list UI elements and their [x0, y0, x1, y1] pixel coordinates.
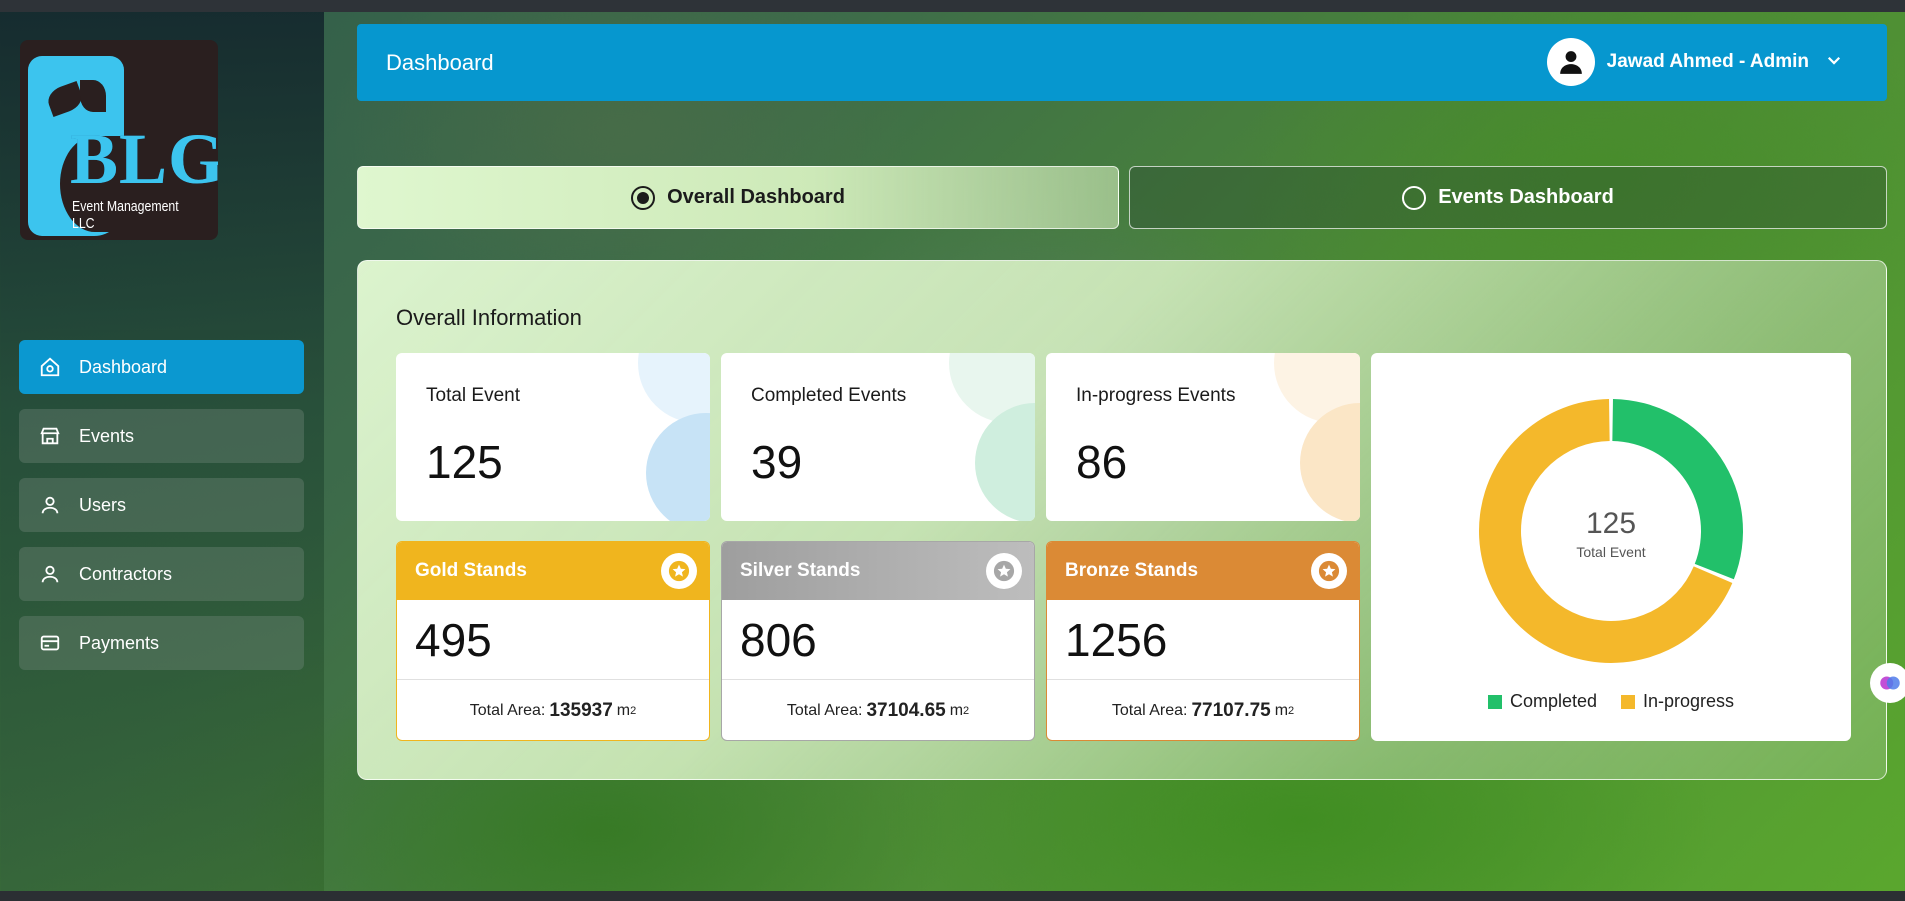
- stat-card-inprogress: In-progress Events 86: [1046, 353, 1360, 521]
- stat-card-total: Total Event 125: [396, 353, 710, 521]
- window-bottom-bar: [0, 891, 1905, 901]
- area-value: 37104.65: [866, 700, 946, 721]
- area-prefix: Total Area:: [786, 702, 863, 719]
- stand-area: Total Area: 37104.65 m2: [722, 680, 1034, 740]
- legend-swatch: [1487, 694, 1502, 709]
- area-value: 77107.75: [1191, 700, 1271, 721]
- area-prefix: Total Area:: [469, 702, 546, 719]
- sidebar-item-events[interactable]: Events: [19, 409, 304, 463]
- chart-legend: Completed In-progress: [1371, 691, 1851, 712]
- decor-circle: [975, 403, 1035, 521]
- area-prefix: Total Area:: [1111, 702, 1188, 719]
- sidebar-item-label: Payments: [79, 632, 160, 653]
- top-header: Dashboard Jawad Ahmed - Admin: [357, 24, 1887, 101]
- stand-value: 1256: [1047, 600, 1359, 680]
- legend-item-completed[interactable]: Completed: [1487, 691, 1597, 712]
- decor-circle: [1300, 403, 1360, 521]
- overall-information-panel: Overall Information Total Event 125 Comp…: [357, 260, 1887, 780]
- events-donut-card: 125 Total Event Completed In-progress: [1371, 353, 1851, 741]
- star-icon[interactable]: [661, 553, 697, 589]
- stand-value: 806: [722, 600, 1034, 680]
- donut-center-label: Total Event: [1576, 544, 1645, 560]
- brand-logo[interactable]: BLG Event Management LLC: [20, 40, 218, 240]
- silver-stands-card: Silver Stands 806 Total Area: 37104.65 m…: [721, 541, 1035, 741]
- stand-label: Gold Stands: [415, 560, 527, 581]
- radio-unselected-icon[interactable]: [1402, 185, 1427, 210]
- user-avatar-icon: [1559, 51, 1582, 74]
- sidebar-item-label: Events: [79, 425, 135, 446]
- logo-leaf-icon-2: [80, 80, 106, 112]
- decor-circle: [646, 413, 710, 521]
- assistant-widget-icon[interactable]: [1870, 663, 1905, 703]
- area-value: 135937: [549, 700, 613, 721]
- area-unit-sup: 2: [963, 705, 970, 717]
- events-donut-chart: 125 Total Event: [1479, 399, 1743, 663]
- legend-label: In-progress: [1643, 691, 1735, 711]
- star-icon[interactable]: [986, 553, 1022, 589]
- overall-dashboard-label: Overall Dashboard: [667, 186, 845, 208]
- sidebar-item-payments[interactable]: Payments: [19, 616, 304, 670]
- legend-swatch: [1621, 694, 1635, 709]
- area-unit-sup: 2: [1288, 705, 1295, 717]
- stand-label: Silver Stands: [740, 560, 861, 581]
- stat-value: 86: [1076, 436, 1128, 488]
- area-unit: m: [1274, 702, 1289, 719]
- sidebar-item-label: Dashboard: [79, 356, 168, 377]
- chevron-down-icon[interactable]: [1825, 51, 1843, 74]
- stat-label: In-progress Events: [1076, 385, 1236, 406]
- bronze-stands-card: Bronze Stands 1256 Total Area: 77107.75 …: [1046, 541, 1360, 741]
- avatar[interactable]: [1546, 38, 1595, 86]
- store-icon: [40, 427, 60, 445]
- area-unit: m: [949, 702, 964, 719]
- home-icon: [40, 357, 60, 377]
- stand-value: 495: [397, 600, 709, 680]
- sidebar-item-users[interactable]: Users: [19, 478, 304, 532]
- sidebar-nav: Dashboard Events Users Contractors Payme…: [19, 340, 304, 685]
- stand-label: Bronze Stands: [1065, 560, 1199, 581]
- stand-area: Total Area: 135937 m2: [397, 680, 709, 740]
- legend-label: Completed: [1509, 691, 1597, 711]
- user-name[interactable]: Jawad Ahmed - Admin: [1607, 51, 1809, 73]
- area-unit-sup: 2: [630, 705, 637, 717]
- page-title: Dashboard: [386, 50, 494, 75]
- stat-label: Completed Events: [751, 385, 907, 406]
- sidebar-item-contractors[interactable]: Contractors: [19, 547, 304, 601]
- sidebar-item-label: Users: [79, 494, 127, 515]
- stat-card-completed: Completed Events 39: [721, 353, 1035, 521]
- events-dashboard-toggle[interactable]: Events Dashboard: [1129, 166, 1887, 229]
- stand-area: Total Area: 77107.75 m2: [1047, 680, 1359, 740]
- stand-header: Gold Stands: [397, 542, 709, 600]
- sidebar-item-label: Contractors: [79, 563, 173, 584]
- panel-title: Overall Information: [396, 305, 582, 330]
- stat-label: Total Event: [426, 385, 520, 406]
- user-menu[interactable]: Jawad Ahmed - Admin: [1546, 38, 1843, 86]
- radio-selected-icon[interactable]: [631, 185, 656, 210]
- credit-card-icon: [40, 635, 60, 651]
- stand-header: Silver Stands: [722, 542, 1034, 600]
- events-dashboard-label: Events Dashboard: [1438, 186, 1614, 208]
- logo-subtitle: Event Management LLC: [72, 198, 179, 232]
- star-icon[interactable]: [1311, 553, 1347, 589]
- overall-dashboard-toggle[interactable]: Overall Dashboard: [357, 166, 1119, 229]
- user-icon: [41, 496, 59, 514]
- area-unit: m: [616, 702, 631, 719]
- user-icon: [41, 565, 59, 583]
- window-top-bar: [0, 0, 1905, 12]
- gold-stands-card: Gold Stands 495 Total Area: 135937 m2: [396, 541, 710, 741]
- logo-letters: BLG: [70, 119, 218, 199]
- sidebar-item-dashboard[interactable]: Dashboard: [19, 340, 304, 394]
- donut-center-value: 125: [1586, 507, 1636, 540]
- stat-value: 125: [426, 436, 503, 488]
- legend-item-inprogress[interactable]: In-progress: [1621, 691, 1734, 712]
- stat-value: 39: [751, 436, 803, 488]
- stand-header: Bronze Stands: [1047, 542, 1359, 600]
- sidebar: BLG Event Management LLC Dashboard Event…: [0, 12, 324, 891]
